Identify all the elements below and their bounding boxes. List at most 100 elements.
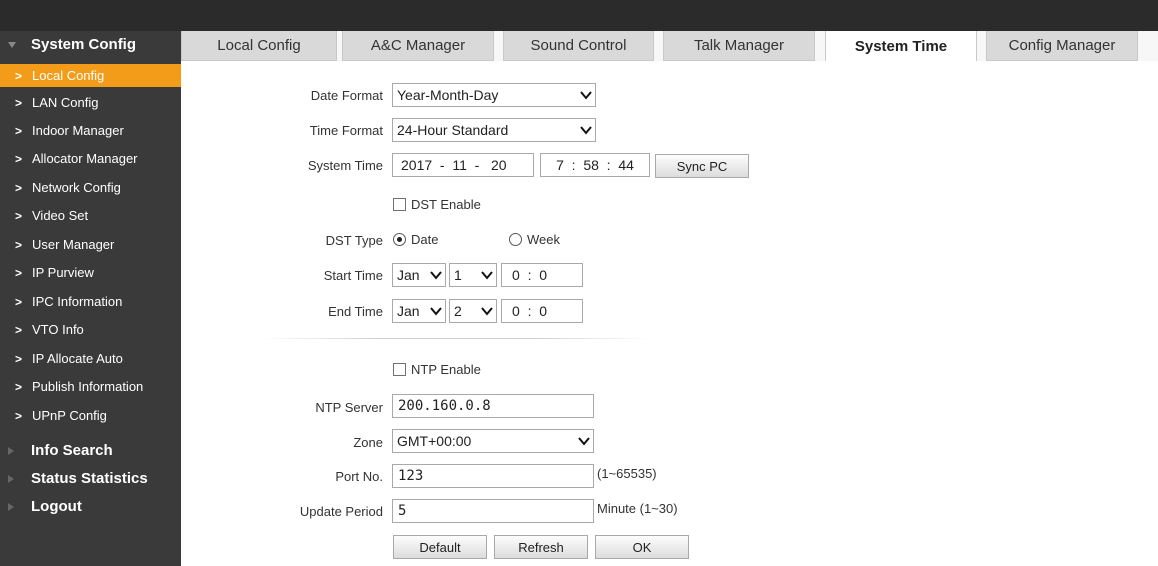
update-period-value: 5 <box>398 503 407 519</box>
start-month-select[interactable]: Jan <box>392 263 446 287</box>
sidebar-section-label: Status Statistics <box>31 470 148 487</box>
ntp-enable-checkbox[interactable] <box>393 363 406 376</box>
sidebar-item-publish-information[interactable]: > Publish Information <box>0 375 181 398</box>
sidebar-item-upnp-config[interactable]: > UPnP Config <box>0 404 181 427</box>
collapse-triangle-icon <box>8 503 14 511</box>
sidebar-item-label: Indoor Manager <box>32 123 124 138</box>
end-day-select[interactable]: 2 <box>449 299 497 323</box>
sidebar-section-label: Info Search <box>31 442 113 459</box>
chevron-down-icon <box>481 306 493 316</box>
tab-label: Sound Control <box>530 37 627 54</box>
zone-label: Zone <box>353 435 383 450</box>
sidebar-item-label: UPnP Config <box>32 408 107 423</box>
chevron-right-icon: > <box>15 351 23 366</box>
section-divider <box>261 338 651 339</box>
tab-local-config[interactable]: Local Config <box>181 31 337 61</box>
start-time-label: Start Time <box>323 268 383 283</box>
chevron-right-icon: > <box>15 294 23 309</box>
chevron-down-icon <box>578 436 590 446</box>
sidebar-section-system-config[interactable]: System Config <box>0 31 181 58</box>
collapse-triangle-icon <box>8 447 14 455</box>
refresh-button[interactable]: Refresh <box>494 535 588 559</box>
sidebar-item-lan-config[interactable]: > LAN Config <box>0 91 181 114</box>
port-range-hint: (1~65535) <box>597 466 657 481</box>
sidebar-item-label: VTO Info <box>32 322 84 337</box>
end-time-label: End Time <box>328 304 383 319</box>
ntp-server-value: 200.160.0.8 <box>398 398 491 414</box>
sidebar-item-ip-purview[interactable]: > IP Purview <box>0 261 181 284</box>
sync-pc-button[interactable]: Sync PC <box>655 154 749 178</box>
tab-system-time[interactable]: System Time <box>825 31 977 62</box>
system-time-label: System Time <box>307 158 383 173</box>
system-date-input[interactable]: 2017 - 11 - 20 <box>392 153 534 177</box>
start-day-value: 1 <box>454 267 462 283</box>
ntp-server-input[interactable]: 200.160.0.8 <box>392 394 594 418</box>
dst-enable-checkbox[interactable] <box>393 198 406 211</box>
sidebar-section-logout[interactable]: Logout <box>0 493 181 520</box>
chevron-right-icon: > <box>15 322 23 337</box>
tab-ac-manager[interactable]: A&C Manager <box>342 31 494 61</box>
start-day-select[interactable]: 1 <box>449 263 497 287</box>
sidebar-item-label: Allocator Manager <box>32 151 138 166</box>
start-clock-input[interactable]: 0 : 0 <box>501 263 583 287</box>
ok-button[interactable]: OK <box>595 535 689 559</box>
update-period-label: Update Period <box>299 504 383 519</box>
zone-select[interactable]: GMT+00:00 <box>392 429 594 453</box>
date-format-select[interactable]: Year-Month-Day <box>392 83 596 107</box>
tab-label: System Time <box>854 38 948 55</box>
top-bar <box>0 0 1158 31</box>
default-button[interactable]: Default <box>393 535 487 559</box>
tab-talk-manager[interactable]: Talk Manager <box>663 31 815 61</box>
sidebar-item-label: Network Config <box>32 180 121 195</box>
start-clock-value: 0 : 0 <box>512 267 548 283</box>
system-clock-input[interactable]: 7 : 58 : 44 <box>540 153 650 177</box>
dst-type-week-radio[interactable] <box>509 233 522 246</box>
sidebar-item-label: LAN Config <box>32 95 99 110</box>
sidebar-item-indoor-manager[interactable]: > Indoor Manager <box>0 119 181 142</box>
sidebar-item-video-set[interactable]: > Video Set <box>0 204 181 227</box>
system-time-panel: Date Format Year-Month-Day Time Format 2… <box>181 61 1158 566</box>
sidebar-item-user-manager[interactable]: > User Manager <box>0 233 181 256</box>
tab-sound-control[interactable]: Sound Control <box>503 31 654 61</box>
sidebar-item-label: IPC Information <box>32 294 123 309</box>
sidebar-section-info-search[interactable]: Info Search <box>0 437 181 464</box>
time-format-value: 24-Hour Standard <box>397 122 509 138</box>
update-period-hint: Minute (1~30) <box>597 501 678 516</box>
collapse-triangle-icon <box>8 475 14 483</box>
sidebar-item-vto-info[interactable]: > VTO Info <box>0 318 181 341</box>
chevron-right-icon: > <box>15 265 23 280</box>
dst-type-label: DST Type <box>325 233 383 248</box>
update-period-input[interactable]: 5 <box>392 499 594 523</box>
dst-type-week-label: Week <box>527 232 560 247</box>
chevron-down-icon <box>580 125 592 135</box>
dst-type-date-radio[interactable] <box>393 233 406 246</box>
default-button-label: Default <box>419 539 461 555</box>
sidebar-item-network-config[interactable]: > Network Config <box>0 176 181 199</box>
end-day-value: 2 <box>454 303 462 319</box>
sidebar-item-ip-allocate-auto[interactable]: > IP Allocate Auto <box>0 347 181 370</box>
sidebar-item-allocator-manager[interactable]: > Allocator Manager <box>0 147 181 170</box>
chevron-right-icon: > <box>15 237 23 252</box>
tab-label: Talk Manager <box>693 37 785 54</box>
end-clock-input[interactable]: 0 : 0 <box>501 299 583 323</box>
system-date-value: 2017 - 11 - 20 <box>401 157 507 173</box>
sidebar-item-label: IP Allocate Auto <box>32 351 123 366</box>
end-month-select[interactable]: Jan <box>392 299 446 323</box>
sidebar-section-label: Logout <box>31 498 82 515</box>
port-input[interactable]: 123 <box>392 464 594 488</box>
chevron-down-icon <box>430 270 442 280</box>
sidebar-item-label: User Manager <box>32 237 115 252</box>
sidebar-item-label: Publish Information <box>32 379 144 394</box>
sidebar-item-local-config[interactable]: > Local Config <box>0 64 181 87</box>
time-format-select[interactable]: 24-Hour Standard <box>392 118 596 142</box>
start-month-value: Jan <box>397 267 420 283</box>
date-format-label: Date Format <box>310 88 383 103</box>
chevron-right-icon: > <box>15 123 23 138</box>
sidebar-item-label: Local Config <box>32 68 105 83</box>
sync-pc-label: Sync PC <box>676 158 728 174</box>
sidebar-item-ipc-information[interactable]: > IPC Information <box>0 290 181 313</box>
chevron-right-icon: > <box>15 151 23 166</box>
date-format-value: Year-Month-Day <box>397 87 499 103</box>
sidebar-section-status-statistics[interactable]: Status Statistics <box>0 465 181 492</box>
tab-config-manager[interactable]: Config Manager <box>986 31 1138 61</box>
